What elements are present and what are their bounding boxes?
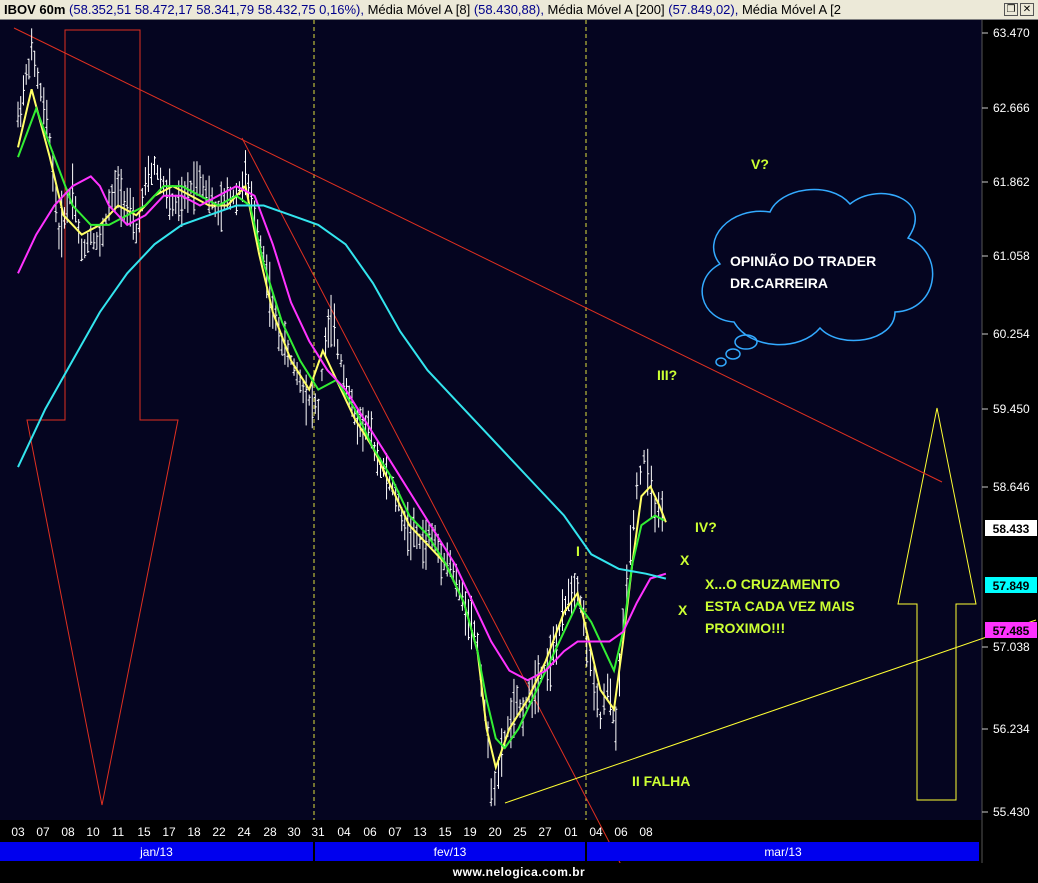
month-bar: jan/13 fev/13 mar/13 [0,842,979,861]
ma-value-200: (57.849,02), [668,2,739,17]
price-tick-label: 56.234 [993,722,1030,736]
date-tick-label: 15 [137,825,151,839]
date-tick-label: 01 [564,825,578,839]
crossing-note-line: X...O CRUZAMENTO [705,576,840,592]
price-tick-label: 61.058 [993,249,1030,263]
ma-value-8: (58.430,88), [473,2,544,17]
date-tick-label: 11 [112,825,125,839]
price-tick-label: 57.038 [993,640,1030,654]
price-tick-label: 63.470 [993,26,1030,40]
chart-caption: IBOV 60m (58.352,51 58.472,17 58.341,79 … [0,0,998,19]
date-tick-label: 19 [463,825,477,839]
wave-label: V? [751,156,769,172]
footer: www.nelogica.com.br [0,863,1038,883]
date-tick-label: 06 [363,825,377,839]
restore-window-icon[interactable]: ❐ [1004,3,1018,16]
date-tick-label: 15 [438,825,452,839]
date-tick-label: 08 [61,825,75,839]
asset-name: IBOV 60m [4,2,66,17]
month-label: fev/13 [434,845,467,859]
date-tick-label: 03 [11,825,25,839]
cloud-text-line-2: DR.CARREIRA [730,275,828,291]
price-tick-label: 58.646 [993,480,1030,494]
price-tick-label: 55.430 [993,805,1030,819]
close-window-icon[interactable]: ✕ [1020,3,1034,16]
price-tick-label: 59.450 [993,402,1030,416]
date-tick-label: 07 [36,825,50,839]
ma-label-extra: Média Móvel A [2 [738,2,841,17]
date-tick-label: 17 [162,825,176,839]
date-tick-label: 07 [388,825,402,839]
wave-label: I [576,543,580,559]
month-label: jan/13 [139,845,173,859]
date-tick-label: 13 [413,825,427,839]
chart-title-bar: IBOV 60m (58.352,51 58.472,17 58.341,79 … [0,0,1038,20]
date-tick-label: 28 [263,825,277,839]
price-tick-label: 62.666 [993,101,1030,115]
date-tick-label: 04 [337,825,351,839]
price-tick-label: 60.254 [993,327,1030,341]
date-tick-label: 06 [614,825,628,839]
date-tick-label: 24 [237,825,251,839]
ohlc-values: (58.352,51 58.472,17 58.341,79 58.432,75… [69,2,364,17]
ma-label-8: Média Móvel A [8] [363,2,471,17]
wave-label: IV? [695,519,717,535]
date-tick-label: 27 [538,825,552,839]
date-tick-label: 04 [589,825,603,839]
crossing-note-line: PROXIMO!!! [705,620,785,636]
price-badge-label: 58.433 [993,522,1030,536]
price-tick-label: 61.862 [993,175,1030,189]
cloud-text-line-1: OPINIÃO DO TRADER [730,252,876,269]
crossing-note-line: ESTA CADA VEZ MAIS [705,598,855,614]
wave-label: X [680,552,690,568]
wave-label: III? [657,367,677,383]
chart-window: IBOV 60m (58.352,51 58.472,17 58.341,79 … [0,0,1038,883]
date-tick-label: 08 [639,825,653,839]
date-tick-label: 18 [187,825,201,839]
price-badge-label: 57.485 [993,624,1030,638]
ma-label-200: Média Móvel A [200] [543,2,665,17]
date-tick-label: 31 [311,825,325,839]
price-chart: 63.470 62.666 61.862 61.058 60.254 59.450 58.6… [0,20,1038,863]
footer-website[interactable]: www.nelogica.com.br [0,865,1038,879]
month-label: mar/13 [764,845,802,859]
wave-label: X [678,602,688,618]
wave-label: II FALHA [632,773,690,789]
date-tick-label: 10 [86,825,100,839]
date-tick-label: 22 [212,825,226,839]
date-tick-label: 25 [513,825,527,839]
price-badge-label: 57.849 [993,579,1030,593]
date-tick-label: 30 [287,825,301,839]
date-tick-label: 20 [488,825,502,839]
